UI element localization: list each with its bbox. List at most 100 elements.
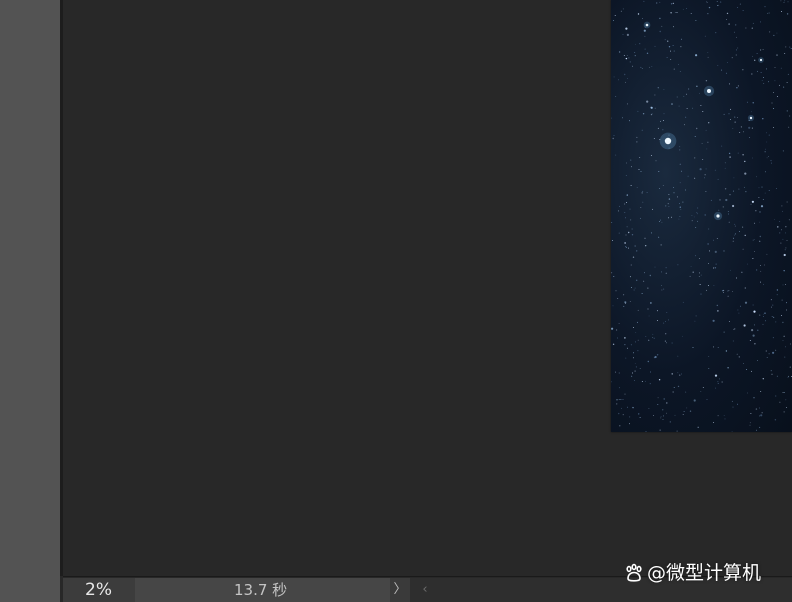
star (702, 159, 704, 160)
star (622, 414, 624, 416)
star (753, 397, 755, 399)
zoom-level-field[interactable]: 2% (63, 578, 135, 602)
star (757, 359, 759, 361)
star (736, 353, 738, 355)
star (666, 402, 668, 404)
star (667, 203, 669, 205)
star (636, 141, 638, 143)
star (760, 21, 761, 23)
star (670, 50, 671, 52)
star (619, 425, 621, 427)
star (708, 6, 711, 9)
star (708, 228, 710, 230)
star (667, 319, 669, 321)
star (729, 156, 731, 158)
star (699, 168, 702, 171)
star (623, 55, 625, 56)
star (673, 26, 674, 28)
star (624, 344, 626, 346)
star (708, 122, 710, 124)
star (702, 386, 704, 388)
star (620, 407, 622, 409)
star (721, 290, 724, 292)
star (789, 115, 791, 117)
star (678, 218, 680, 220)
star (662, 185, 664, 187)
star (779, 221, 781, 223)
star (745, 27, 747, 29)
star (662, 119, 664, 121)
star (643, 29, 646, 32)
star (696, 127, 698, 130)
star (764, 264, 765, 266)
star (650, 232, 652, 234)
star (771, 306, 772, 308)
star (613, 20, 614, 21)
star (746, 101, 748, 103)
star (698, 258, 700, 260)
star (701, 142, 703, 144)
star (769, 31, 771, 33)
star (723, 113, 725, 115)
star (632, 372, 634, 374)
star (749, 424, 751, 426)
star (683, 411, 685, 413)
star (759, 240, 761, 242)
tools-panel[interactable] (0, 0, 60, 602)
star (626, 226, 628, 228)
star (638, 413, 640, 415)
star (653, 138, 655, 139)
star (622, 117, 623, 119)
star (714, 267, 717, 269)
star (611, 272, 613, 274)
star (744, 160, 746, 163)
star (747, 392, 749, 394)
star (734, 234, 735, 236)
star (694, 320, 696, 322)
star (677, 372, 679, 374)
star (622, 34, 624, 36)
star (611, 381, 612, 383)
star (697, 220, 699, 222)
star-field-image[interactable] (611, 0, 792, 432)
star (750, 203, 752, 205)
star (625, 81, 627, 83)
star (692, 271, 694, 273)
star (674, 12, 676, 13)
star (619, 205, 621, 207)
star (755, 408, 758, 410)
document-canvas[interactable] (63, 0, 792, 576)
star (659, 429, 661, 431)
star (737, 309, 739, 311)
star (775, 321, 777, 323)
star (762, 49, 764, 51)
star (625, 302, 627, 304)
star (737, 85, 739, 87)
star (700, 293, 702, 295)
star (649, 383, 651, 385)
star (676, 430, 678, 432)
star (776, 289, 779, 291)
star (772, 304, 774, 306)
star (758, 196, 760, 198)
star (634, 370, 636, 372)
star (637, 110, 639, 112)
star (658, 379, 661, 381)
star (679, 206, 681, 208)
star (623, 305, 625, 307)
star (652, 333, 654, 335)
star (764, 6, 766, 8)
star (765, 320, 766, 322)
scroll-left-icon[interactable]: ‹ (418, 578, 432, 602)
star (770, 370, 772, 372)
status-menu-arrow-icon[interactable]: 〉 (390, 578, 410, 602)
star (715, 387, 717, 389)
star (725, 198, 728, 202)
star (624, 203, 626, 205)
star (784, 0, 786, 2)
star (626, 55, 628, 57)
star (765, 350, 767, 352)
star (640, 66, 642, 68)
star (732, 291, 734, 293)
star (782, 321, 784, 324)
